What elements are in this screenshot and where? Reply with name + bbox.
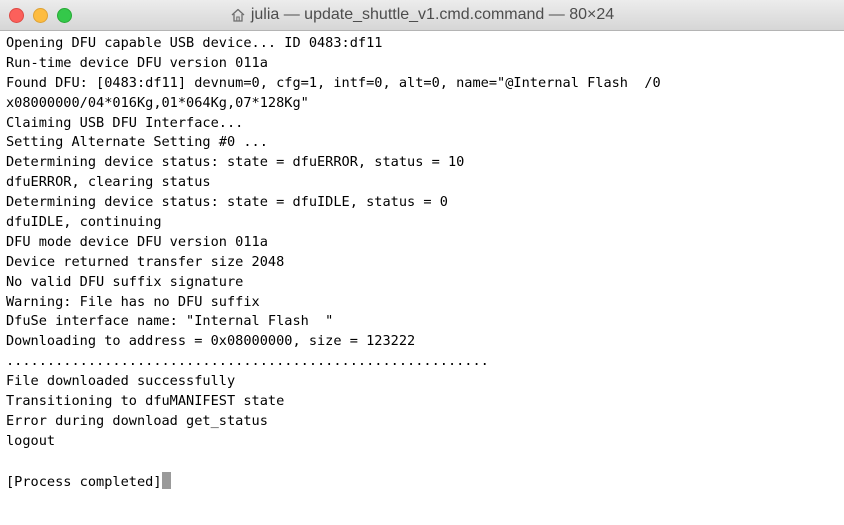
terminal-line-text: Setting Alternate Setting #0 ... <box>6 134 268 151</box>
terminal-line: x08000000/04*016Kg,01*064Kg,07*128Kg" <box>6 94 844 114</box>
terminal-line: dfuERROR, clearing status <box>6 173 844 193</box>
terminal-line-text: Transitioning to dfuMANIFEST state <box>6 393 285 410</box>
terminal-line-text: No valid DFU suffix signature <box>6 273 244 290</box>
terminal-line-text: Warning: File has no DFU suffix <box>6 293 260 310</box>
terminal-line: logout <box>6 432 844 452</box>
terminal-line-text: Claiming USB DFU Interface... <box>6 114 244 131</box>
home-icon <box>230 7 246 23</box>
terminal-line-text: Downloading to address = 0x08000000, siz… <box>6 333 416 350</box>
terminal-line: Transitioning to dfuMANIFEST state <box>6 392 844 412</box>
terminal-line: Claiming USB DFU Interface... <box>6 114 844 134</box>
terminal-line-text: dfuERROR, clearing status <box>6 174 211 191</box>
terminal-line-text: Determining device status: state = dfuER… <box>6 154 465 171</box>
terminal-line: Opening DFU capable USB device... ID 048… <box>6 34 844 54</box>
window-title: julia — update_shuttle_v1.cmd.command — … <box>250 6 615 23</box>
terminal-line: dfuIDLE, continuing <box>6 213 844 233</box>
terminal-line: Determining device status: state = dfuER… <box>6 153 844 173</box>
terminal-line-text: Found DFU: [0483:df11] devnum=0, cfg=1, … <box>6 74 661 91</box>
terminal-line-text: Run-time device DFU version 011a <box>6 54 268 71</box>
terminal-line: DFU mode device DFU version 011a <box>6 233 844 253</box>
terminal-line-text: Device returned transfer size 2048 <box>6 253 285 270</box>
terminal-line: Device returned transfer size 2048 <box>6 253 844 273</box>
terminal-line-text: Opening DFU capable USB device... ID 048… <box>6 35 383 51</box>
terminal-output[interactable]: Opening DFU capable USB device... ID 048… <box>6 34 844 525</box>
terminal-line-text: logout <box>6 432 56 449</box>
terminal-line-text: File downloaded successfully <box>6 373 236 390</box>
terminal-window: julia — update_shuttle_v1.cmd.command — … <box>0 0 844 525</box>
terminal-line-text: x08000000/04*016Kg,01*064Kg,07*128Kg" <box>6 94 309 111</box>
terminal-line-text: [Process completed] <box>6 473 162 490</box>
terminal-line: ........................................… <box>6 352 844 372</box>
terminal-line-text: Error during download get_status <box>6 412 268 429</box>
terminal-line: Found DFU: [0483:df11] devnum=0, cfg=1, … <box>6 74 844 94</box>
terminal-line-text: DFU mode device DFU version 011a <box>6 233 268 250</box>
terminal-cursor <box>161 471 171 489</box>
window-title-container: julia — update_shuttle_v1.cmd.command — … <box>0 0 844 30</box>
terminal-line: Determining device status: state = dfuID… <box>6 193 844 213</box>
terminal-line-text: Determining device status: state = dfuID… <box>6 194 448 211</box>
terminal-line: Downloading to address = 0x08000000, siz… <box>6 332 844 352</box>
terminal-line: No valid DFU suffix signature <box>6 273 844 293</box>
terminal-line: Setting Alternate Setting #0 ... <box>6 133 844 153</box>
terminal-line: File downloaded successfully <box>6 372 844 392</box>
terminal-line: DfuSe interface name: "Internal Flash " <box>6 312 844 332</box>
terminal-line: Error during download get_status <box>6 412 844 432</box>
title-bar[interactable]: julia — update_shuttle_v1.cmd.command — … <box>0 0 844 31</box>
terminal-line-text: ........................................… <box>6 353 489 370</box>
terminal-line: Run-time device DFU version 011a <box>6 54 844 74</box>
terminal-line-text: DfuSe interface name: "Internal Flash " <box>6 313 334 330</box>
terminal-line: Warning: File has no DFU suffix <box>6 293 844 313</box>
terminal-line: [Process completed] <box>6 471 844 492</box>
terminal-line-text: dfuIDLE, continuing <box>6 214 162 231</box>
